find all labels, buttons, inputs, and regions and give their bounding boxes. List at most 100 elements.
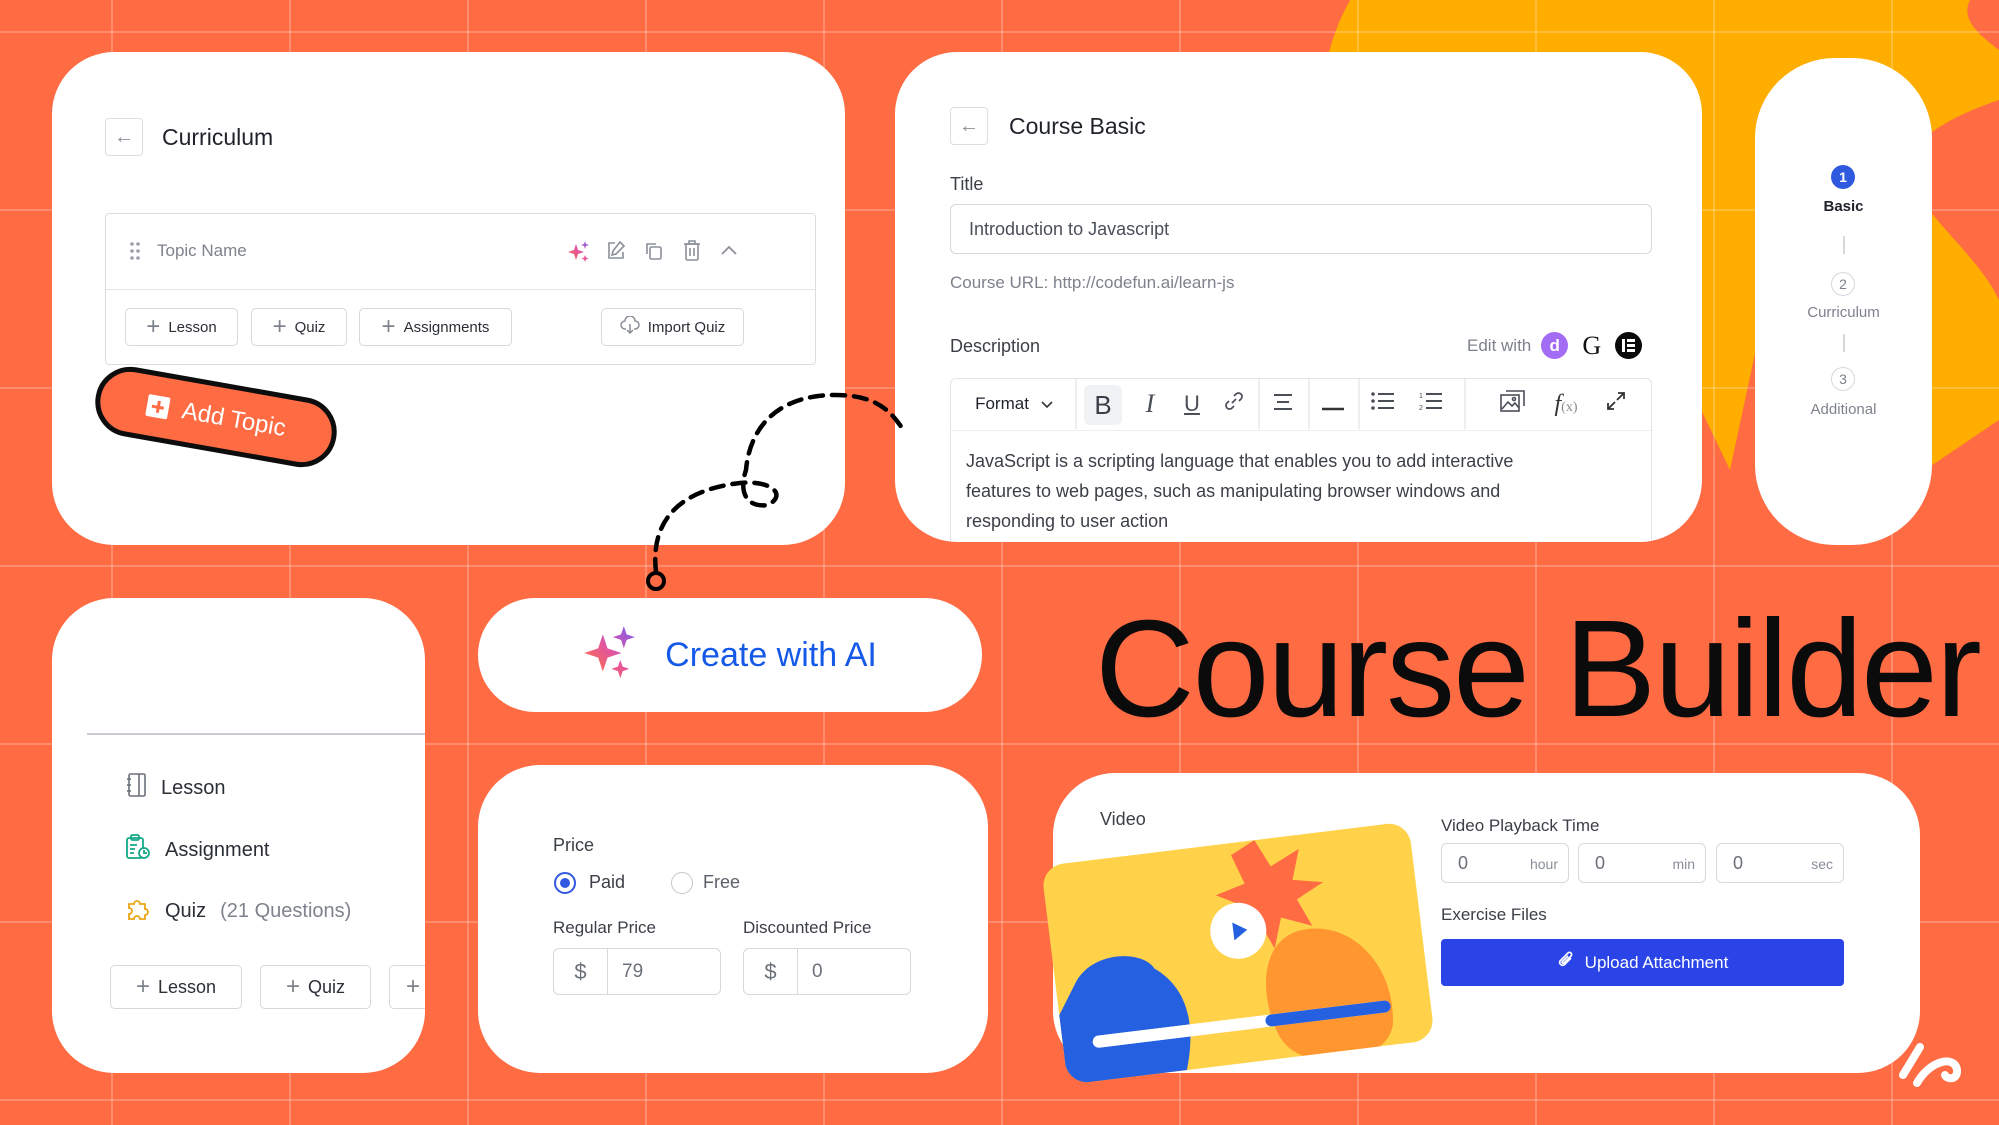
- toolbar-divider: [1258, 379, 1260, 429]
- min-input[interactable]: 0 min: [1578, 843, 1706, 883]
- plus-icon: +: [381, 313, 396, 340]
- toolbar-divider: [1464, 379, 1466, 429]
- link-button[interactable]: [1215, 379, 1253, 429]
- page-title: Curriculum: [162, 124, 274, 150]
- topic-name-input[interactable]: Topic Name: [157, 241, 247, 261]
- numbered-list-icon: 12: [1419, 391, 1443, 417]
- back-button[interactable]: ←: [105, 118, 143, 156]
- add-assignments-button[interactable]: + Assignments: [359, 308, 512, 346]
- cloud-upload-icon: [619, 315, 640, 338]
- title-input-frame[interactable]: Introduction to Javascript: [950, 204, 1652, 254]
- playback-time-fields: 0 hour 0 min 0 sec: [1441, 843, 1851, 883]
- step-2-badge[interactable]: 2: [1831, 272, 1855, 296]
- course-url-link[interactable]: http://codefun.ai/learn-js: [1053, 273, 1234, 292]
- create-with-ai-button[interactable]: Create with AI: [478, 598, 982, 712]
- video-thumbnail[interactable]: [1040, 821, 1436, 1085]
- align-icon: [1272, 391, 1294, 417]
- horizontal-rule-button[interactable]: [1313, 379, 1353, 429]
- course-url: Course URL: http://codefun.ai/learn-js: [950, 273, 1235, 292]
- ai-sparkle-icon: [583, 625, 639, 686]
- title-label: Title: [950, 174, 984, 194]
- back-button[interactable]: ←: [950, 107, 988, 145]
- fullscreen-button[interactable]: [1596, 379, 1636, 429]
- divider: [87, 733, 425, 735]
- toolbar-divider: [1308, 379, 1310, 429]
- horizontal-rule-icon: [1322, 391, 1344, 417]
- add-lesson-button[interactable]: + Lesson: [110, 965, 242, 1009]
- free-radio[interactable]: [671, 872, 693, 894]
- import-quiz-button[interactable]: Import Quiz: [601, 308, 744, 346]
- hour-input[interactable]: 0 hour: [1441, 843, 1569, 883]
- description-text[interactable]: JavaScript is a scripting language that …: [966, 446, 1546, 536]
- price-card: Price Paid Free Regular Price $ 79 Disco…: [478, 765, 988, 1073]
- elementor-icon[interactable]: [1615, 332, 1643, 359]
- formula-button[interactable]: f(x): [1543, 379, 1589, 429]
- chevron-up-icon[interactable]: [719, 242, 739, 263]
- description-label: Description: [950, 336, 1041, 356]
- regular-price-label: Regular Price: [553, 918, 656, 937]
- edit-icon[interactable]: [605, 240, 627, 267]
- video-card: Video Video Playback Time 0 hour 0 min 0…: [1040, 773, 1920, 1085]
- divi-icon[interactable]: d: [1541, 332, 1569, 359]
- list-item-lesson[interactable]: Lesson: [125, 773, 226, 803]
- arrow-left-icon: ←: [959, 114, 979, 137]
- headline: Course Builder: [1095, 592, 1982, 746]
- delete-icon[interactable]: [681, 239, 703, 268]
- step-connector: [1843, 236, 1845, 254]
- link-icon: [1223, 390, 1245, 418]
- edit-with: Edit with d G: [1467, 331, 1643, 360]
- step-3-label[interactable]: Additional: [1755, 401, 1932, 418]
- add-topic-button[interactable]: Add Topic: [89, 361, 343, 473]
- step-3-badge[interactable]: 3: [1831, 367, 1855, 391]
- discounted-price-input[interactable]: $ 0: [743, 948, 911, 995]
- add-more-button[interactable]: +: [389, 965, 425, 1009]
- paid-radio[interactable]: [554, 872, 576, 894]
- topic-header: Topic Name: [106, 214, 815, 290]
- rich-text-editor: Format B I U 12 f(x) JavaScript is a scr…: [950, 378, 1652, 542]
- plus-icon: +: [146, 313, 161, 340]
- align-button[interactable]: [1263, 379, 1303, 429]
- bold-button[interactable]: B: [1084, 385, 1122, 425]
- currency-prefix: $: [554, 949, 608, 994]
- list-item-quiz[interactable]: Quiz (21 Questions): [125, 895, 351, 927]
- plus-icon: +: [406, 973, 421, 1000]
- regular-price-input[interactable]: $ 79: [553, 948, 721, 995]
- svg-text:1: 1: [1419, 393, 1423, 400]
- italic-button[interactable]: I: [1131, 379, 1169, 429]
- add-lesson-button[interactable]: + Lesson: [125, 308, 238, 346]
- bullet-list-button[interactable]: [1363, 379, 1403, 429]
- play-icon: [1232, 920, 1249, 941]
- step-1-badge[interactable]: 1: [1831, 165, 1855, 189]
- exercise-files-label: Exercise Files: [1441, 905, 1547, 924]
- ai-sparkle-icon[interactable]: [567, 240, 591, 269]
- course-basic-card: ← Course Basic Title Introduction to Jav…: [895, 52, 1702, 542]
- format-dropdown[interactable]: Format: [969, 379, 1059, 429]
- page-title: Course Basic: [1009, 113, 1146, 139]
- duplicate-icon[interactable]: [643, 240, 665, 267]
- quiz-puzzle-icon: [125, 895, 151, 927]
- paid-label[interactable]: Paid: [589, 872, 625, 893]
- numbered-list-button[interactable]: 12: [1411, 379, 1451, 429]
- plus-icon: +: [285, 973, 300, 1000]
- plus-square-icon: [144, 393, 171, 420]
- squiggle-decoration: [1899, 1043, 1961, 1087]
- playback-time-label: Video Playback Time: [1441, 816, 1600, 835]
- image-icon: [1500, 389, 1526, 419]
- step-1-label[interactable]: Basic: [1755, 198, 1932, 215]
- underline-button[interactable]: U: [1173, 379, 1211, 429]
- sec-input[interactable]: 0 sec: [1716, 843, 1844, 883]
- toolbar-divider: [1358, 379, 1360, 429]
- arrow-left-icon: ←: [114, 125, 134, 148]
- add-quiz-button[interactable]: + Quiz: [251, 308, 347, 346]
- free-label[interactable]: Free: [703, 872, 740, 893]
- list-item-assignment[interactable]: Assignment: [125, 834, 270, 866]
- upload-attachment-button[interactable]: Upload Attachment: [1441, 939, 1844, 986]
- image-button[interactable]: [1493, 379, 1533, 429]
- plus-icon: +: [135, 973, 150, 1000]
- bullet-list-icon: [1371, 391, 1395, 417]
- topic-panel: Topic Name +Lesson +Quiz +Assignments: [105, 213, 816, 365]
- step-2-label[interactable]: Curriculum: [1755, 304, 1932, 321]
- drag-handle-icon[interactable]: [130, 242, 140, 260]
- add-quiz-button[interactable]: + Quiz: [260, 965, 371, 1009]
- gutenberg-icon[interactable]: G: [1578, 331, 1605, 360]
